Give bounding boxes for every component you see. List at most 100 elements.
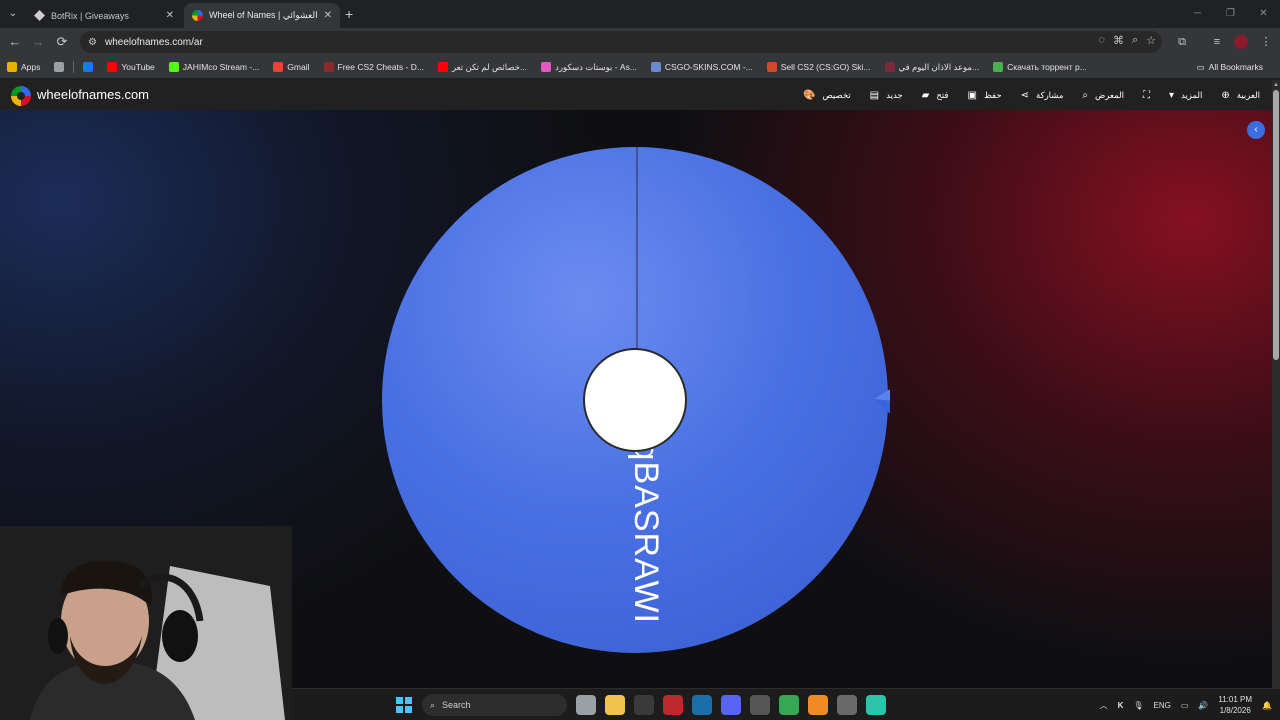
tab-close-icon[interactable]: ✕ bbox=[166, 10, 174, 21]
start-button-windows-icon[interactable] bbox=[396, 697, 412, 713]
bookmark-label: خصائص لم تكن تعر... bbox=[451, 61, 528, 72]
close-window-button[interactable]: ✕ bbox=[1247, 0, 1280, 28]
settings-icon[interactable] bbox=[837, 695, 857, 715]
menu-item-label: تخصيص bbox=[822, 89, 851, 100]
site-brand[interactable]: wheelofnames.com bbox=[37, 87, 149, 102]
forward-button[interactable]: → bbox=[28, 32, 48, 52]
bookmark-item[interactable]: YouTube bbox=[100, 56, 161, 78]
bookmark-label: Sell CS2 (CS:GO) Ski... bbox=[780, 62, 871, 72]
kick-icon[interactable]: K bbox=[1118, 701, 1124, 710]
network-icon[interactable]: ▭ bbox=[1181, 701, 1189, 710]
site-info-icon[interactable]: ⚙ bbox=[88, 37, 97, 48]
tab-wheel-of-names[interactable]: Wheel of Names | اسم العشوائي ✕ bbox=[184, 3, 340, 28]
task-view-icon[interactable] bbox=[576, 695, 596, 715]
menu-item-label: حفظ bbox=[983, 89, 1002, 100]
menu-item-search[interactable]: ⌕ المعرض bbox=[1082, 90, 1124, 101]
volume-icon[interactable]: 🔊 bbox=[1198, 701, 1208, 710]
reload-button[interactable]: ⟳ bbox=[52, 32, 72, 52]
maximize-button[interactable]: ❐ bbox=[1214, 0, 1247, 28]
share-icon: ⋖ bbox=[1020, 89, 1029, 101]
menu-item-label: مشاركة bbox=[1035, 89, 1064, 100]
search-icon: ⌕ bbox=[430, 699, 436, 710]
zoom-icon[interactable]: ⌕ bbox=[1132, 34, 1138, 47]
folder-icon: ▭ bbox=[1196, 61, 1205, 72]
bookmark-item[interactable]: خصائص لم تكن تعر... bbox=[431, 56, 534, 78]
menu-item-fullscreen[interactable]: ⛶ bbox=[1143, 90, 1150, 101]
tab-title: BotRix | Giveaways bbox=[51, 10, 129, 21]
vlc-icon[interactable] bbox=[808, 695, 828, 715]
wheel-hub[interactable] bbox=[583, 348, 687, 452]
streamer-webcam-image bbox=[0, 526, 292, 720]
chrome-icon[interactable] bbox=[779, 695, 799, 715]
webcam-overlay bbox=[0, 526, 292, 720]
bookmark-item[interactable]: JAHIMco Stream -... bbox=[162, 56, 267, 78]
g-hub-icon[interactable] bbox=[634, 695, 654, 715]
clock-date: 1/8/2026 bbox=[1219, 706, 1251, 715]
bookmark-favicon-icon bbox=[168, 62, 179, 72]
bookmark-item[interactable]: Apps bbox=[0, 56, 47, 78]
menu-item-caret-down[interactable]: ▾ المزيد bbox=[1169, 90, 1202, 101]
app-red-icon[interactable] bbox=[663, 695, 683, 715]
steam-icon[interactable] bbox=[692, 695, 712, 715]
wheel[interactable]: iqBASRAWI bbox=[380, 145, 890, 655]
media-controls-icon[interactable]: ≡ bbox=[1207, 32, 1227, 52]
notifications-bell-icon[interactable]: 🔔 bbox=[1262, 701, 1272, 710]
file-icon: ▤ bbox=[869, 89, 880, 101]
hide-eye-icon[interactable]: ◌ bbox=[1098, 34, 1105, 47]
microphone-icon[interactable]: 🎙 bbox=[1133, 701, 1143, 710]
bookmark-item[interactable]: Sell CS2 (CS:GO) Ski... bbox=[760, 56, 878, 78]
bookmark-item[interactable]: موعد الاذان اليوم في... bbox=[878, 56, 987, 78]
discord-icon[interactable] bbox=[721, 695, 741, 715]
bookmark-favicon-icon bbox=[884, 62, 895, 72]
tab-botrix[interactable]: BotRix | Giveaways ✕ bbox=[26, 3, 182, 28]
tray-overflow-chevron-icon[interactable]: ︿ bbox=[1100, 700, 1108, 711]
bookmark-favicon-icon bbox=[541, 62, 552, 72]
scroll-up-arrow-icon[interactable]: ▲ bbox=[1273, 82, 1279, 88]
tab-strip: ⌄ BotRix | Giveaways ✕ Wheel of Names | … bbox=[0, 0, 1280, 28]
bookmark-item[interactable] bbox=[47, 56, 71, 78]
input-language[interactable]: ENG bbox=[1154, 701, 1171, 710]
bookmark-item[interactable]: Free CS2 Cheats - D... bbox=[317, 56, 431, 78]
search-icon: ⌕ bbox=[1082, 89, 1089, 101]
menu-item-palette[interactable]: 🎨 تخصيص bbox=[803, 90, 851, 101]
scrollbar-thumb[interactable] bbox=[1273, 90, 1279, 360]
back-button[interactable]: ← bbox=[5, 32, 25, 52]
minimize-button[interactable]: ─ bbox=[1181, 0, 1214, 28]
windows-taskbar: ⌕ Search ︿ K 🎙 ENG ▭ 🔊 11:01 PM 1/8/2026… bbox=[292, 688, 1280, 720]
menu-item-globe[interactable]: ⊕ العربية bbox=[1221, 90, 1260, 101]
browser-menu-icon[interactable]: ⋮ bbox=[1256, 32, 1276, 52]
bookmark-favicon-icon bbox=[766, 62, 777, 72]
bookmark-item[interactable] bbox=[76, 56, 100, 78]
page-scrollbar[interactable]: ▲ bbox=[1272, 80, 1280, 688]
file-explorer-icon[interactable] bbox=[605, 695, 625, 715]
tab-close-icon[interactable]: ✕ bbox=[324, 10, 332, 21]
menu-item-share[interactable]: ⋖ مشاركة bbox=[1021, 90, 1064, 101]
bookmark-item[interactable]: Gmail bbox=[266, 56, 316, 78]
site-header: wheelofnames.com 🎨 تخصيص ▤ جديد ▰ فتح ▣ حفظ ⋖ مشا… bbox=[0, 80, 1272, 110]
bookmark-item[interactable]: CSGO-SKINS.COM -... bbox=[644, 56, 760, 78]
bookmark-item[interactable]: بوستات دسكورد - As... bbox=[534, 56, 644, 78]
wheelofnames-logo-icon[interactable] bbox=[11, 86, 31, 106]
app-clock-icon[interactable] bbox=[750, 695, 770, 715]
translate-icon[interactable]: ⌘ bbox=[1113, 34, 1124, 47]
menu-item-label: المعرض bbox=[1095, 89, 1124, 100]
star-icon[interactable]: ☆ bbox=[1146, 34, 1156, 47]
extensions-icon[interactable]: ⧉ bbox=[1172, 32, 1192, 52]
address-bar[interactable]: ⚙ wheelofnames.com/ar ◌ ⌘ ⌕ ☆ bbox=[80, 31, 1162, 53]
collapse-sidebar-button[interactable]: ‹ bbox=[1247, 121, 1265, 139]
menu-item-label: فتح bbox=[936, 89, 949, 100]
profile-avatar[interactable] bbox=[1234, 35, 1248, 49]
bookmark-item[interactable]: Скачать торрент p... bbox=[986, 56, 1094, 78]
menu-item-save[interactable]: ▣ حفظ bbox=[968, 90, 1002, 101]
fullscreen-icon: ⛶ bbox=[1142, 89, 1150, 101]
all-bookmarks-button[interactable]: ▭ All Bookmarks bbox=[1190, 56, 1270, 78]
bookmark-favicon-icon bbox=[83, 62, 94, 72]
taskbar-search-box[interactable]: ⌕ Search bbox=[422, 694, 567, 716]
menu-item-folder[interactable]: ▰ فتح bbox=[922, 90, 949, 101]
bookmark-label: CSGO-SKINS.COM -... bbox=[664, 62, 753, 72]
new-tab-button[interactable]: + bbox=[345, 5, 353, 23]
menu-item-file[interactable]: ▤ جديد bbox=[870, 90, 903, 101]
tab-search-button[interactable]: ⌄ bbox=[4, 5, 22, 23]
app-teal-icon[interactable] bbox=[866, 695, 886, 715]
system-clock[interactable]: 11:01 PM 1/8/2026 bbox=[1218, 694, 1252, 716]
